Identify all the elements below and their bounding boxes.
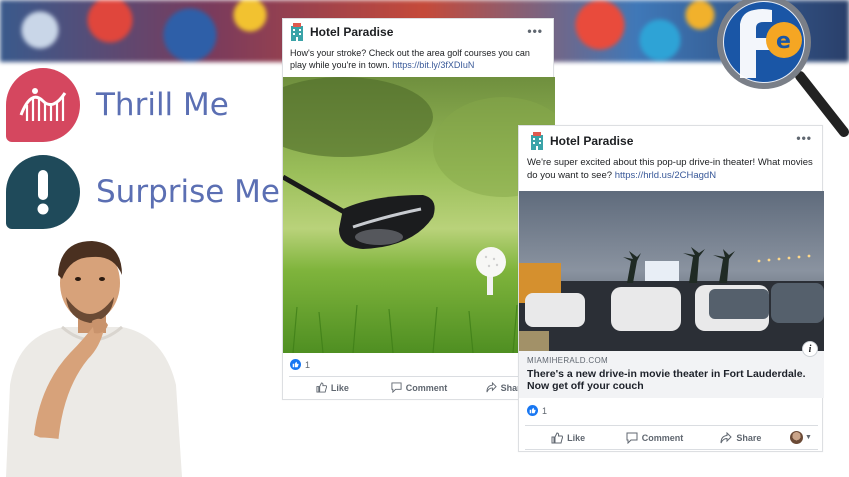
- info-icon[interactable]: i: [802, 341, 818, 357]
- page-name[interactable]: Hotel Paradise: [550, 134, 633, 148]
- like-label: Like: [567, 432, 586, 443]
- hotel-building-icon: [531, 132, 543, 150]
- comment-icon: [391, 382, 402, 393]
- reaction-count[interactable]: 1: [527, 405, 547, 416]
- like-button[interactable]: Like: [525, 431, 611, 444]
- like-reaction-icon: [527, 405, 538, 416]
- like-reaction-icon: [290, 359, 301, 370]
- preview-domain: MIAMIHERALD.COM: [527, 356, 608, 365]
- golf-driver-and-ball-photo[interactable]: [283, 77, 555, 353]
- share-label: Share: [736, 432, 762, 443]
- like-count: 1: [542, 405, 548, 416]
- thrill-me-label: Thrill Me: [96, 87, 229, 123]
- post-header: Hotel Paradise •••: [283, 19, 553, 45]
- post-actions-bar: Like Comment Share ▼: [525, 425, 818, 450]
- surprise-me-feature: Surprise Me: [6, 155, 280, 229]
- like-label: Like: [330, 382, 349, 393]
- magnifying-glass-social-logos-image: e: [717, 0, 849, 137]
- facebook-post-drive-in: Hotel Paradise ••• We're super excited a…: [518, 125, 824, 452]
- post-as-selector[interactable]: ▼: [784, 431, 818, 444]
- reaction-count[interactable]: 1: [290, 359, 310, 370]
- post-text: How's your stroke? Check out the area go…: [283, 45, 553, 71]
- roller-coaster-icon: [6, 68, 80, 142]
- share-button[interactable]: Share: [698, 431, 784, 444]
- surprise-me-label: Surprise Me: [96, 174, 281, 210]
- avatar: [790, 431, 804, 444]
- post-text: We're super excited about this pop-up dr…: [519, 156, 822, 182]
- comment-label: Comment: [641, 432, 684, 443]
- preview-title[interactable]: There's a new drive-in movie theater in …: [527, 368, 816, 392]
- more-options-icon[interactable]: •••: [527, 24, 543, 38]
- drive-in-theater-night-photo[interactable]: [519, 191, 824, 351]
- post-link[interactable]: https://bit.ly/3fXDIuN: [392, 60, 474, 70]
- thrill-me-feature: Thrill Me: [6, 68, 229, 142]
- link-preview[interactable]: i MIAMIHERALD.COM There's a new drive-in…: [519, 341, 824, 398]
- thumbs-up-icon: [316, 382, 327, 393]
- post-actions-bar: Like Comment Share: [289, 376, 549, 398]
- share-icon: [720, 431, 733, 443]
- chevron-down-icon: ▼: [805, 434, 812, 441]
- facebook-post-golf: Hotel Paradise ••• How's your stroke? Ch…: [282, 18, 555, 400]
- comment-button[interactable]: Comment: [611, 432, 697, 444]
- thumbs-up-icon: [551, 431, 564, 443]
- page-name[interactable]: Hotel Paradise: [310, 25, 393, 39]
- share-icon: [486, 382, 497, 393]
- like-button[interactable]: Like: [289, 382, 376, 393]
- hotel-building-icon: [291, 23, 303, 41]
- more-options-icon[interactable]: •••: [796, 131, 812, 145]
- exclamation-icon: [6, 155, 80, 229]
- thinking-man-image: [6, 241, 182, 477]
- like-count: 1: [305, 359, 311, 370]
- comment-label: Comment: [405, 382, 448, 393]
- post-link[interactable]: https://hrld.us/2CHagdN: [615, 170, 716, 181]
- post-header: Hotel Paradise •••: [519, 126, 822, 156]
- svg-text:e: e: [776, 29, 791, 54]
- comment-button[interactable]: Comment: [376, 382, 463, 393]
- comment-icon: [626, 432, 638, 444]
